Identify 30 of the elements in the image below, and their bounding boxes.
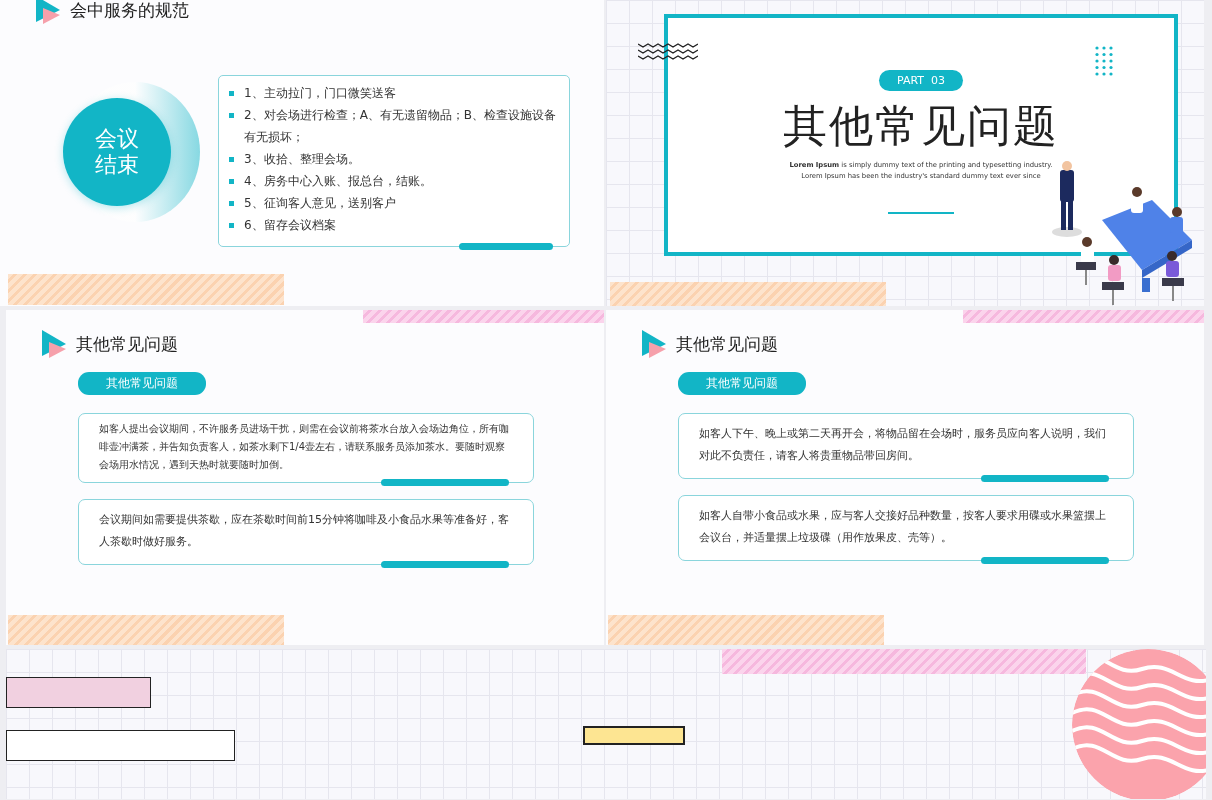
cover-title: 其他常见问题 <box>783 99 1059 153</box>
bullet-icon <box>229 223 234 228</box>
play-logo-icon <box>42 330 66 358</box>
zigzag-icon <box>638 42 698 60</box>
play-logo-icon <box>642 330 666 358</box>
bullet-icon <box>229 113 234 118</box>
list-item: 6、留存会议档案 <box>244 217 337 234</box>
section-tag: 其他常见问题 <box>78 372 206 395</box>
list-item: 5、征询客人意见，送别客户 <box>244 195 397 212</box>
dot-grid-icon <box>1095 46 1115 76</box>
play-logo-icon <box>36 0 60 24</box>
list-item: 1、主动拉门，门口微笑送客 <box>244 85 397 102</box>
topic-circle: 会议 结束 <box>63 98 171 206</box>
list-item: 2、对会场进行检查；A、有无遗留物品；B、检查设施设备有无损坏； <box>244 107 558 146</box>
slide-title: 其他常见问题 <box>76 332 178 356</box>
bullet-icon <box>229 201 234 206</box>
bullet-icon <box>229 179 234 184</box>
part-badge: PART 03 <box>879 70 963 91</box>
card-text: 如客人提出会议期间，不许服务员进场干扰，则需在会议前将茶水台放入会场边角位，所有咖啡壶冲满茶，并告知负责客人，如茶水剩下1/4壶左右，请联系服务员添加茶水。要随时观察会场用水情况，遇到天热时就要随时加倒。 <box>99 422 510 472</box>
card-text: 会议期间如需要提供茶歇，应在茶歇时间前15分钟将咖啡及小食品水果等准备好，客人茶歇时做好服务。 <box>99 512 510 550</box>
list-item: 4、房务中心入账、报总台，结账。 <box>244 173 433 190</box>
slide-title: 其他常见问题 <box>676 332 778 356</box>
slide-title: 会中服务的规范 <box>70 0 189 22</box>
underline-rule <box>888 211 954 214</box>
bullet-icon <box>229 157 234 162</box>
bullet-icon <box>229 91 234 96</box>
card-text: 如客人下午、晚上或第二天再开会，将物品留在会场时，服务员应向客人说明，我们对此不负责任，请客人将贵重物品带回房间。 <box>699 426 1107 464</box>
card-text: 如客人自带小食品或水果，应与客人交接好品种数量，按客人要求用碟或水果篮摆上会议台，并适量摆上垃圾碟（用作放果皮、壳等）。 <box>699 508 1107 546</box>
section-tag: 其他常见问题 <box>678 372 806 395</box>
list-item: 3、收拾、整理会场。 <box>244 151 361 168</box>
